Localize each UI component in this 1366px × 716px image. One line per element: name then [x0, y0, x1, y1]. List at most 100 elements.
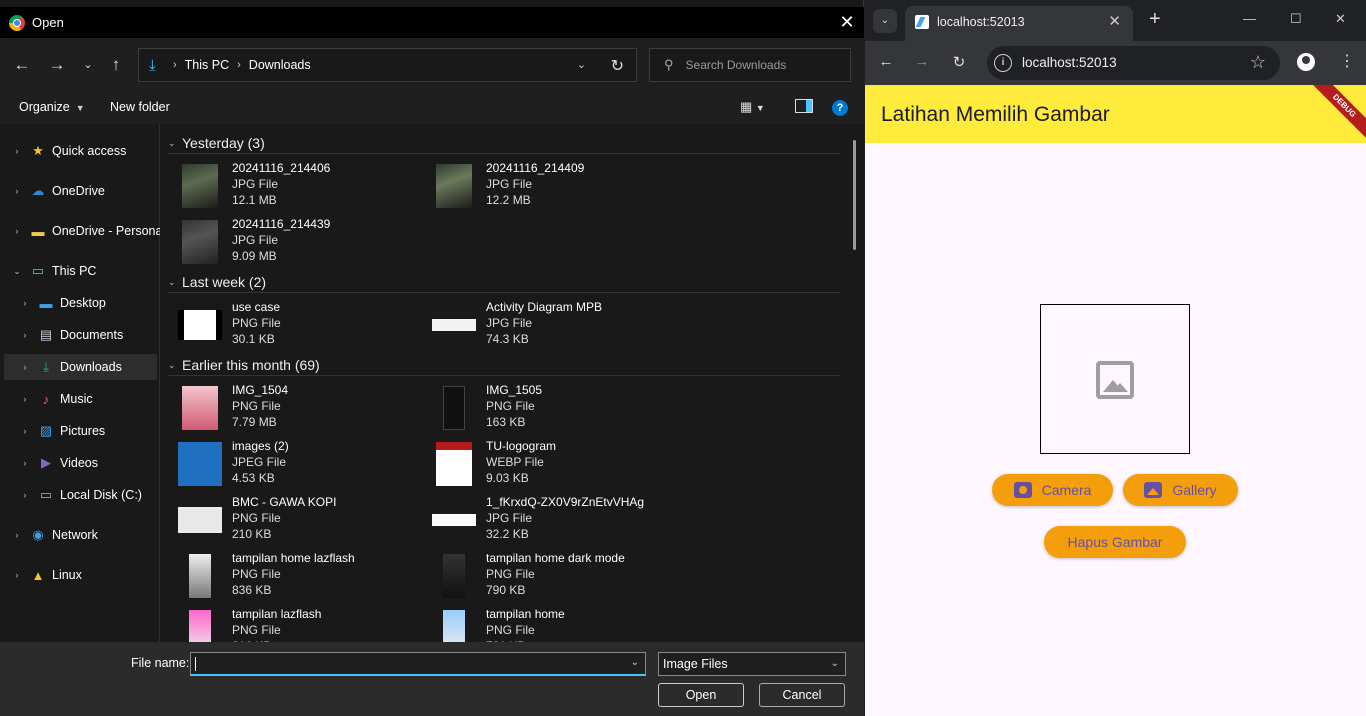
file-item[interactable]: tampilan home dark mode PNG File 790 KB [432, 550, 682, 604]
chevron-right-icon[interactable]: › [20, 362, 30, 372]
sidebar-item-downloads[interactable]: › ⤓ Downloads [4, 354, 157, 380]
bookmark-star-icon[interactable]: ☆ [1250, 52, 1266, 73]
sidebar-item-network[interactable]: › ◉ Network [4, 522, 157, 548]
sidebar-item-videos[interactable]: › ▶ Videos [4, 450, 157, 476]
chevron-right-icon[interactable]: › [12, 186, 22, 196]
file-name: 20241116_214406 [232, 161, 331, 175]
chevron-down-icon[interactable]: ⌄ [631, 657, 639, 668]
chevron-right-icon[interactable]: › [20, 330, 30, 340]
download-icon: ⤓ [149, 56, 156, 74]
chevron-right-icon[interactable]: › [20, 490, 30, 500]
file-item[interactable]: BMC - GAWA KOPI PNG File 210 KB [178, 494, 428, 548]
preview-pane-icon[interactable] [795, 99, 813, 113]
file-name: BMC - GAWA KOPI [232, 495, 337, 509]
chevron-right-icon[interactable]: › [20, 298, 30, 308]
open-button[interactable]: Open [658, 683, 744, 707]
organize-button[interactable]: Organize ▼ [19, 100, 85, 114]
file-item[interactable]: 20241116_214406 JPG File 12.1 MB [178, 160, 428, 214]
file-name: Activity Diagram MPB [486, 300, 603, 314]
chevron-down-icon[interactable]: ⌄ [168, 277, 182, 288]
group-header[interactable]: ⌄ Yesterday (3) [168, 133, 840, 154]
minimize-icon[interactable]: — [1243, 11, 1256, 26]
group-header[interactable]: ⌄ Earlier this month (69) [168, 355, 840, 376]
file-list: ⌄ Yesterday (3) ⌄ Last week (2) ⌄ Earlier thi… [160, 124, 864, 642]
window-close-icon[interactable]: ✕ [1335, 11, 1346, 27]
sidebar-item-local-disk-c[interactable]: › ▭ Local Disk (C:) [4, 482, 157, 508]
file-item[interactable]: 20241116_214409 JPG File 12.2 MB [432, 160, 682, 214]
file-size: 836 KB [232, 583, 272, 597]
file-item[interactable]: tampilan lazflashPNG File816 KB [178, 606, 428, 642]
new-folder-button[interactable]: New folder [110, 100, 170, 114]
forward-arrow-icon[interactable]: → [47, 55, 67, 75]
file-name-input[interactable]: ⌄ [190, 652, 646, 676]
vertical-scrollbar[interactable] [853, 140, 856, 250]
file-item[interactable]: 1_fKrxdQ-ZX0V9rZnEtvVHAg JPG File 32.2 KB [432, 494, 682, 548]
new-tab-icon[interactable]: + [1149, 8, 1161, 31]
url-text: localhost:52013 [1022, 55, 1117, 70]
sidebar-item-onedrive[interactable]: › ☁ OneDrive [4, 178, 157, 204]
sidebar-item-this-pc[interactable]: ⌄ ▭ This PC [4, 258, 157, 284]
address-dropdown-icon[interactable]: ⌄ [577, 58, 586, 71]
sidebar-item-linux[interactable]: › ▲ Linux [4, 562, 157, 588]
reload-icon[interactable]: ↻ [949, 53, 969, 71]
delete-image-button[interactable]: Hapus Gambar [1044, 526, 1186, 558]
close-icon[interactable]: ✕ [838, 13, 856, 31]
change-view-icon[interactable]: ▦ ▼ [740, 99, 778, 117]
dialog-titlebar: Open ✕ [0, 7, 864, 38]
file-size: 32.2 KB [486, 527, 529, 541]
up-arrow-icon[interactable]: ↑ [106, 55, 126, 75]
search-input[interactable]: ⚲ Search Downloads [649, 48, 851, 82]
breadcrumb-this-pc[interactable]: This PC [185, 58, 229, 72]
file-item[interactable]: IMG_1505 PNG File 163 KB [432, 382, 682, 436]
sidebar-item-documents[interactable]: › ▤ Documents [4, 322, 157, 348]
tab-title: localhost:52013 [937, 15, 1025, 29]
maximize-icon[interactable]: ☐ [1290, 11, 1302, 27]
file-item[interactable]: TU-logogram WEBP File 9.03 KB [432, 438, 682, 492]
sidebar-item-pictures[interactable]: › ▨ Pictures [4, 418, 157, 444]
chevron-right-icon[interactable]: › [20, 394, 30, 404]
chevron-down-icon[interactable]: ⌄ [168, 138, 182, 149]
breadcrumb-downloads[interactable]: Downloads [249, 58, 311, 72]
chevron-right-icon[interactable]: › [12, 530, 22, 540]
file-type-select[interactable]: Image Files ⌄ [658, 652, 846, 676]
close-tab-icon[interactable]: ✕ [1108, 12, 1121, 30]
sidebar-item-desktop[interactable]: › ▬ Desktop [4, 290, 157, 316]
file-type: JPG File [232, 233, 279, 247]
help-icon[interactable]: ? [832, 100, 848, 116]
chevron-right-icon[interactable]: › [12, 570, 22, 580]
omnibox[interactable]: i localhost:52013 ☆ [987, 46, 1280, 80]
refresh-icon[interactable]: ↻ [611, 56, 624, 76]
tab-search-icon[interactable]: ⌄ [873, 9, 897, 33]
chevron-down-icon[interactable]: ⌄ [168, 360, 182, 371]
gallery-button[interactable]: Gallery [1123, 474, 1238, 506]
file-item[interactable]: use case PNG File 30.1 KB [178, 299, 428, 353]
site-info-icon[interactable]: i [994, 54, 1012, 72]
profile-icon[interactable] [1297, 53, 1315, 71]
chevron-down-icon[interactable]: ⌄ [12, 266, 22, 277]
chevron-right-icon[interactable]: › [12, 146, 22, 156]
cancel-button[interactable]: Cancel [759, 683, 845, 707]
file-item[interactable]: Activity Diagram MPB JPG File 74.3 KB [432, 299, 682, 353]
chevron-right-icon[interactable]: › [20, 458, 30, 468]
chevron-right-icon[interactable]: › [20, 426, 30, 436]
forward-arrow-icon[interactable]: → [912, 53, 932, 70]
file-item[interactable]: images (2) JPEG File 4.53 KB [178, 438, 428, 492]
linux-icon: ▲ [31, 567, 45, 583]
recent-locations-chevron-icon[interactable]: ⌄ [78, 55, 98, 75]
file-item[interactable]: tampilan homePNG File781 KB [432, 606, 682, 642]
camera-button[interactable]: Camera [992, 474, 1113, 506]
address-bar[interactable]: ⤓ › This PC › Downloads ⌄ ↻ [138, 48, 637, 82]
sidebar-item-quick-access[interactable]: › ★ Quick access [4, 138, 157, 164]
sidebar-item-label: Videos [60, 456, 98, 470]
chevron-right-icon[interactable]: › [12, 226, 22, 236]
sidebar-item-onedrive-personal[interactable]: › ▬ OneDrive - Personal [4, 218, 166, 244]
file-item[interactable]: tampilan home lazflash PNG File 836 KB [178, 550, 428, 604]
sidebar-item-music[interactable]: › ♪ Music [4, 386, 157, 412]
more-menu-icon[interactable]: ⋮ [1339, 51, 1355, 71]
file-item[interactable]: 20241116_214439 JPG File 9.09 MB [178, 216, 428, 270]
back-arrow-icon[interactable]: ← [876, 53, 896, 70]
group-header[interactable]: ⌄ Last week (2) [168, 272, 840, 293]
file-item[interactable]: IMG_1504 PNG File 7.79 MB [178, 382, 428, 436]
back-arrow-icon[interactable]: ← [12, 55, 32, 75]
browser-tab[interactable]: localhost:52013 ✕ [905, 6, 1133, 41]
